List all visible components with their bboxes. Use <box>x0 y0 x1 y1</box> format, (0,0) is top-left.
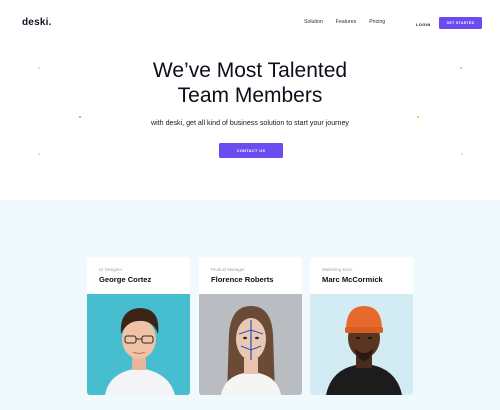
team-card[interactable]: Product Manager Florence Roberts <box>199 257 302 395</box>
portrait-image <box>310 294 413 395</box>
logo[interactable]: deski. <box>22 17 52 28</box>
login-link[interactable]: LOGIN <box>416 22 431 27</box>
member-photo <box>87 294 190 395</box>
member-name: George Cortez <box>99 275 152 284</box>
member-name: Florence Roberts <box>211 275 274 284</box>
get-started-button[interactable]: GET STARTED <box>439 17 482 29</box>
decor-dot <box>38 153 41 156</box>
portrait-image <box>199 294 302 395</box>
member-role: UI Designer <box>99 267 123 272</box>
hero-title-line1: We’ve Most Talented <box>152 59 348 82</box>
member-photo <box>310 294 413 395</box>
portrait-image <box>87 294 190 395</box>
hero-subtitle: with deski, get all kind of business sol… <box>151 119 349 127</box>
site-header: deski. Solution Features Pricing LOGIN G… <box>0 0 500 45</box>
hero-title: We’ve Most Talented Team Members <box>0 58 500 108</box>
hero-title-line2: Team Members <box>177 84 323 107</box>
nav-pricing[interactable]: Pricing <box>369 19 385 25</box>
nav-solution[interactable]: Solution <box>304 19 323 25</box>
team-card[interactable]: Marketing Exec. Marc McCormick <box>310 257 413 395</box>
main-nav: Solution Features Pricing <box>304 19 385 25</box>
member-role: Product Manager <box>211 267 245 272</box>
nav-features[interactable]: Features <box>336 19 356 25</box>
decor-dot <box>461 153 464 156</box>
member-photo <box>199 294 302 395</box>
member-name: Marc McCormick <box>322 275 383 284</box>
member-role: Marketing Exec. <box>322 267 354 272</box>
contact-us-button[interactable]: CONTACT US <box>219 143 283 158</box>
team-card[interactable]: UI Designer George Cortez <box>87 257 190 395</box>
